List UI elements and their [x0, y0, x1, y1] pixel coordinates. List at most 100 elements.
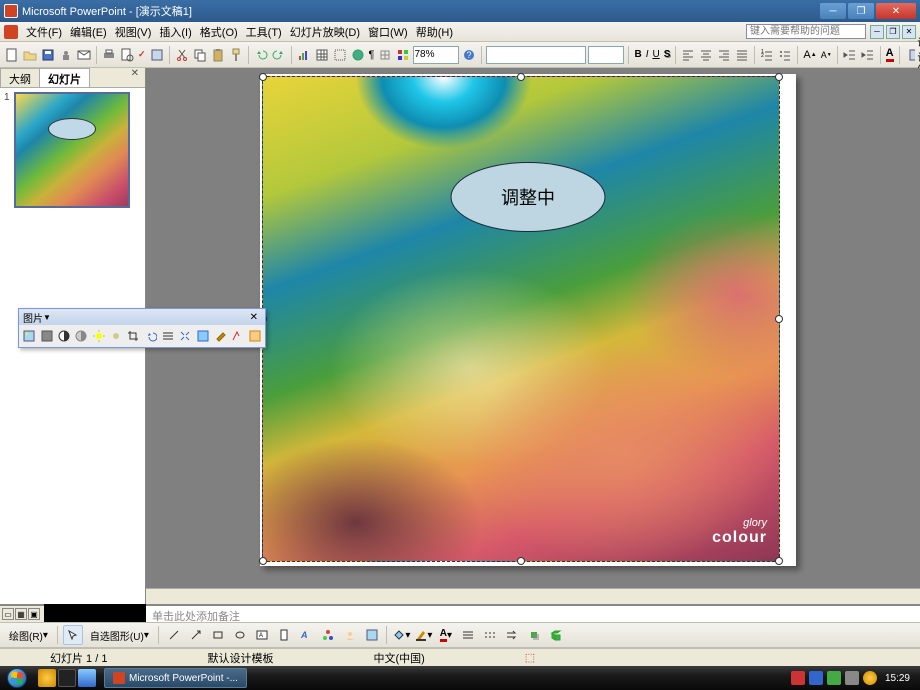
textbox-button[interactable]: A	[252, 625, 272, 645]
sorter-view-button[interactable]: ▦	[15, 608, 27, 620]
mdi-minimize[interactable]: ─	[870, 25, 884, 39]
compress-button[interactable]	[177, 327, 193, 345]
tables-borders-button[interactable]	[332, 45, 348, 65]
horizontal-scrollbar[interactable]	[146, 588, 920, 604]
cut-button[interactable]	[174, 45, 190, 65]
bullets-button[interactable]	[777, 45, 793, 65]
rotate-left-button[interactable]	[143, 327, 159, 345]
more-brightness-button[interactable]	[90, 327, 106, 345]
panel-close-icon[interactable]: ✕	[125, 68, 145, 87]
decrease-font-button[interactable]: A▼	[820, 45, 833, 65]
resize-handle[interactable]	[259, 557, 267, 565]
color-button[interactable]	[38, 327, 54, 345]
select-objects-button[interactable]	[63, 625, 83, 645]
quicklaunch-icon[interactable]	[78, 669, 96, 687]
line-color-button[interactable]: ▾	[414, 625, 434, 645]
menu-format[interactable]: 格式(O)	[196, 24, 242, 40]
insert-table-button[interactable]	[314, 45, 330, 65]
mdi-close[interactable]: ✕	[902, 25, 916, 39]
shadow-style-button[interactable]	[524, 625, 544, 645]
clipart-button[interactable]	[340, 625, 360, 645]
format-picture-button[interactable]	[212, 327, 228, 345]
increase-indent-button[interactable]	[860, 45, 876, 65]
font-color-button-draw[interactable]: A▾	[436, 625, 456, 645]
slide-thumbnail[interactable]: 1	[4, 92, 141, 208]
tray-icon[interactable]	[809, 671, 823, 685]
format-painter-button[interactable]	[228, 45, 244, 65]
quicklaunch-icon[interactable]	[38, 669, 56, 687]
dash-style-button[interactable]	[480, 625, 500, 645]
tray-icon[interactable]	[791, 671, 805, 685]
menu-slideshow[interactable]: 幻灯片放映(D)	[286, 24, 364, 40]
menu-insert[interactable]: 插入(I)	[155, 24, 195, 40]
insert-hyperlink-button[interactable]	[350, 45, 366, 65]
taskbar-clock[interactable]: 15:29	[881, 673, 914, 684]
undo-button[interactable]	[253, 45, 269, 65]
mdi-restore[interactable]: ❐	[886, 25, 900, 39]
fill-color-button[interactable]: ▾	[392, 625, 412, 645]
spellcheck-button[interactable]: ✓	[137, 45, 147, 65]
line-style-button-draw[interactable]	[458, 625, 478, 645]
menu-tools[interactable]: 工具(T)	[242, 24, 286, 40]
redo-button[interactable]	[271, 45, 287, 65]
resize-handle[interactable]	[775, 315, 783, 323]
picture-toolbar-title[interactable]: 图片 ▼ ✕	[19, 309, 265, 325]
ellipse-shape[interactable]: 调整中	[451, 162, 606, 232]
copy-button[interactable]	[192, 45, 208, 65]
maximize-button[interactable]: ❐	[848, 3, 874, 19]
menu-view[interactable]: 视图(V)	[111, 24, 156, 40]
more-contrast-button[interactable]	[56, 327, 72, 345]
quicklaunch-icon[interactable]	[58, 669, 76, 687]
rectangle-button[interactable]	[208, 625, 228, 645]
resize-handle[interactable]	[259, 73, 267, 81]
picture-toolbar[interactable]: 图片 ▼ ✕	[18, 308, 266, 348]
less-contrast-button[interactable]	[73, 327, 89, 345]
underline-button[interactable]: U	[651, 45, 660, 65]
new-button[interactable]	[4, 45, 20, 65]
zoom-combo[interactable]	[413, 46, 459, 64]
toolbar-close-icon[interactable]: ✕	[247, 312, 261, 323]
resize-handle[interactable]	[517, 73, 525, 81]
menu-edit[interactable]: 编辑(E)	[66, 24, 111, 40]
help-button[interactable]: ?	[461, 45, 477, 65]
distributed-button[interactable]	[734, 45, 750, 65]
resize-handle[interactable]	[775, 73, 783, 81]
email-button[interactable]	[76, 45, 92, 65]
print-button[interactable]	[101, 45, 117, 65]
tray-icon[interactable]	[827, 671, 841, 685]
resize-handle[interactable]	[775, 557, 783, 565]
recolor-button[interactable]	[195, 327, 211, 345]
3d-style-button[interactable]	[546, 625, 566, 645]
arrow-button[interactable]	[186, 625, 206, 645]
decrease-indent-button[interactable]	[842, 45, 858, 65]
align-left-button[interactable]	[680, 45, 696, 65]
transparent-button[interactable]	[229, 327, 245, 345]
open-button[interactable]	[22, 45, 38, 65]
show-grid-button[interactable]	[377, 45, 393, 65]
reset-picture-button[interactable]	[247, 327, 263, 345]
print-preview-button[interactable]	[119, 45, 135, 65]
oval-button[interactable]	[230, 625, 250, 645]
tray-volume-icon[interactable]	[845, 671, 859, 685]
slide-canvas[interactable]: glory colour 调整中	[260, 74, 796, 566]
italic-button[interactable]: I	[645, 45, 650, 65]
vertical-textbox-button[interactable]	[274, 625, 294, 645]
diagram-button[interactable]	[318, 625, 338, 645]
font-size-combo[interactable]	[588, 46, 624, 64]
draw-menu-button[interactable]: 绘图(R) ▾	[4, 625, 53, 645]
menu-help[interactable]: 帮助(H)	[412, 24, 457, 40]
color-button[interactable]	[395, 45, 411, 65]
line-style-button[interactable]	[160, 327, 176, 345]
autoshapes-button[interactable]: 自选图形(U) ▾	[85, 625, 154, 645]
line-button[interactable]	[164, 625, 184, 645]
align-right-button[interactable]	[716, 45, 732, 65]
insert-picture-button[interactable]	[362, 625, 382, 645]
resize-handle[interactable]	[517, 557, 525, 565]
less-brightness-button[interactable]	[108, 327, 124, 345]
arrow-style-button[interactable]	[502, 625, 522, 645]
save-button[interactable]	[40, 45, 56, 65]
increase-font-button[interactable]: A▲	[802, 45, 817, 65]
permission-button[interactable]	[58, 45, 74, 65]
insert-picture-button[interactable]	[21, 327, 37, 345]
font-color-button[interactable]: A	[885, 45, 895, 65]
